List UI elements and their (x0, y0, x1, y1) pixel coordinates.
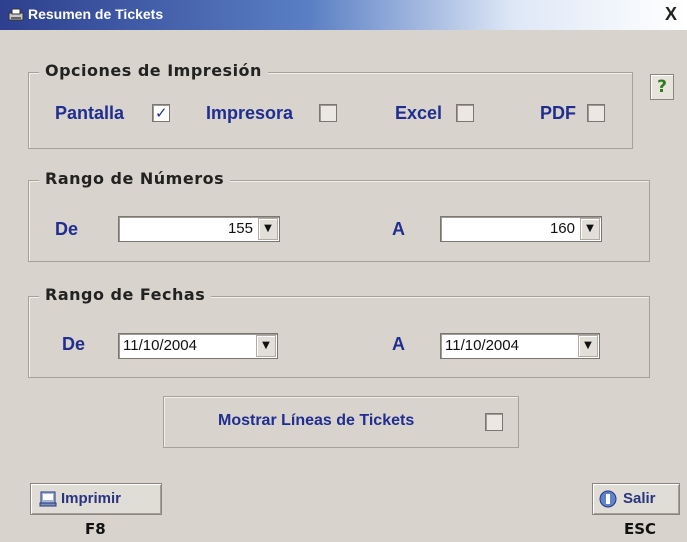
chevron-down-icon[interactable]: ▼ (580, 218, 600, 240)
show-lines-checkbox[interactable] (485, 413, 503, 431)
date-from-label: De (62, 334, 86, 354)
window-title: Resumen de Tickets (28, 6, 164, 22)
number-to-value: 160 (549, 220, 575, 237)
date-range-legend: Rango de Fechas (39, 285, 212, 304)
app-icon (8, 8, 24, 21)
print-shortcut: F8 (85, 520, 106, 538)
date-to-label: A (392, 334, 405, 354)
option-impresora-checkbox[interactable] (319, 104, 337, 122)
date-to-value[interactable]: 11/10/2004 (445, 337, 519, 354)
date-to-combo[interactable]: 11/10/2004 ▼ (440, 333, 600, 359)
show-lines-label: Mostrar Líneas de Tickets (218, 412, 415, 429)
option-pantalla-label: Pantalla (55, 103, 125, 123)
number-from-combo[interactable]: 155 ▼ (118, 216, 280, 242)
exit-icon (599, 490, 617, 508)
exit-button-label: Salir (623, 490, 656, 507)
date-from-value[interactable]: 11/10/2004 (123, 337, 197, 354)
number-to-combo[interactable]: 160 ▼ (440, 216, 602, 242)
number-from-label: De (55, 219, 79, 239)
print-button-label: Imprimir (61, 490, 122, 507)
number-range-legend: Rango de Números (39, 169, 231, 188)
option-excel-label: Excel (395, 103, 443, 123)
close-button[interactable]: X (661, 4, 681, 24)
check-icon: ✓ (155, 104, 168, 122)
help-button[interactable]: ? (650, 74, 674, 100)
exit-button[interactable]: Salir (592, 483, 680, 515)
date-from-combo[interactable]: 11/10/2004 ▼ (118, 333, 278, 359)
printer-icon (39, 491, 57, 507)
option-excel-checkbox[interactable] (456, 104, 474, 122)
chevron-down-icon[interactable]: ▼ (578, 335, 598, 357)
chevron-down-icon[interactable]: ▼ (258, 218, 278, 240)
option-impresora-label: Impresora (206, 103, 294, 123)
number-to-label: A (392, 219, 405, 239)
option-pdf-checkbox[interactable] (587, 104, 605, 122)
chevron-down-icon[interactable]: ▼ (256, 335, 276, 357)
number-from-value: 155 (227, 220, 253, 237)
title-bar: Resumen de Tickets X (0, 0, 687, 30)
option-pdf-label: PDF (540, 103, 576, 123)
option-pantalla-checkbox[interactable]: ✓ (152, 104, 170, 122)
print-options-legend: Opciones de Impresión (39, 61, 268, 80)
exit-shortcut: ESC (624, 520, 657, 538)
print-button[interactable]: Imprimir (30, 483, 162, 515)
